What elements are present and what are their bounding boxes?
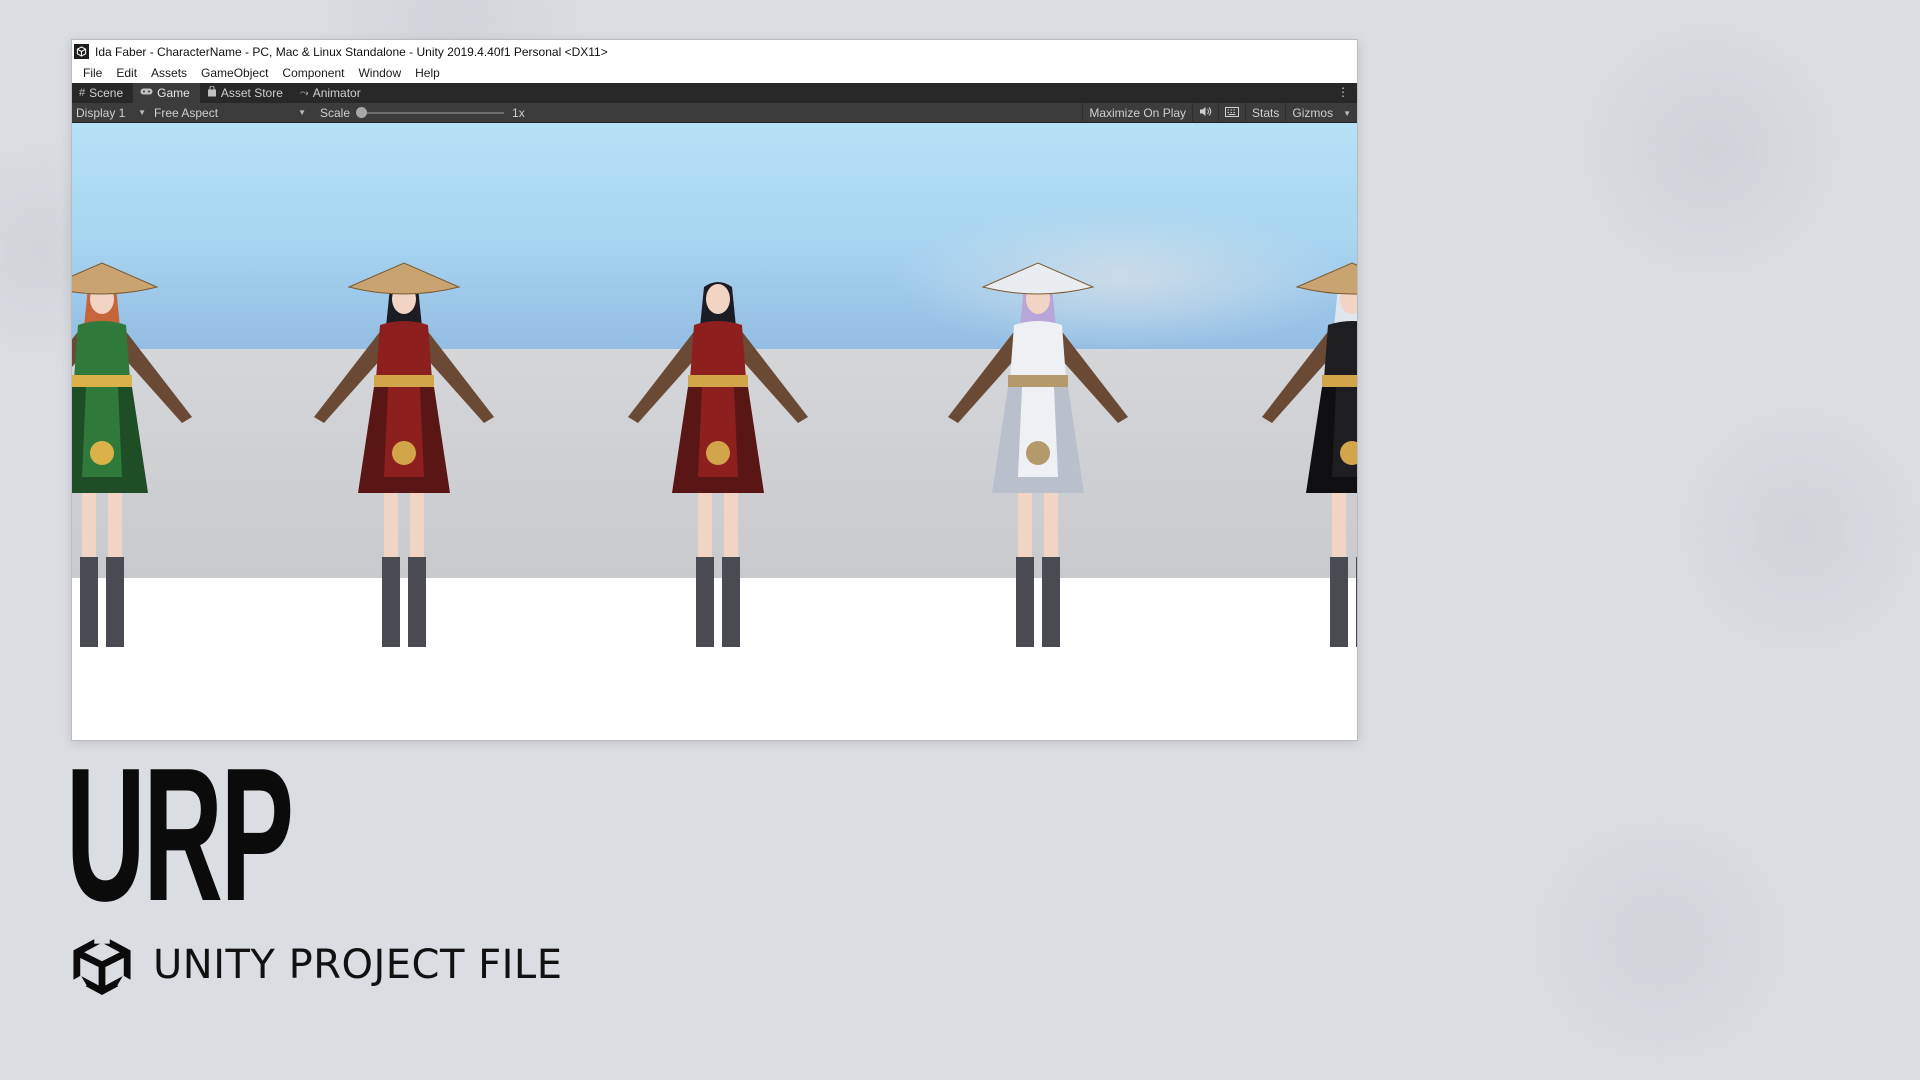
tab-scene[interactable]: # Scene bbox=[72, 83, 133, 103]
menu-assets[interactable]: Assets bbox=[144, 66, 194, 80]
shortcuts-button[interactable] bbox=[1218, 103, 1245, 123]
stats-button[interactable]: Stats bbox=[1245, 103, 1285, 123]
gizmos-button[interactable]: Gizmos ▼ bbox=[1285, 103, 1357, 123]
game-view-viewport[interactable] bbox=[72, 123, 1357, 740]
unity-editor-window: Ida Faber - CharacterName - PC, Mac & Li… bbox=[71, 39, 1358, 741]
background-decoration bbox=[1680, 380, 1920, 680]
grid-icon: # bbox=[79, 87, 86, 99]
menu-file[interactable]: File bbox=[76, 66, 109, 80]
character-model bbox=[628, 282, 808, 647]
menu-window[interactable]: Window bbox=[351, 66, 408, 80]
caret-down-icon: ▼ bbox=[298, 108, 306, 117]
tab-game[interactable]: Game bbox=[133, 83, 200, 103]
bag-icon bbox=[207, 85, 217, 100]
scale-slider-handle[interactable] bbox=[356, 106, 368, 118]
menu-bar: File Edit Assets GameObject Component Wi… bbox=[72, 63, 1357, 83]
window-title: Ida Faber - CharacterName - PC, Mac & Li… bbox=[95, 44, 608, 59]
tab-scene-label: Scene bbox=[89, 86, 124, 100]
game-toolbar: Display 1 ▼ Free Aspect ▼ Scale 1x Maxim… bbox=[72, 103, 1357, 123]
scale-value: 1x bbox=[512, 105, 525, 120]
caret-down-icon: ▼ bbox=[138, 108, 146, 117]
menu-edit[interactable]: Edit bbox=[109, 66, 144, 80]
animator-icon: ⤳ bbox=[299, 86, 309, 99]
mute-audio-button[interactable] bbox=[1192, 103, 1218, 123]
speaker-icon bbox=[1199, 106, 1212, 120]
aspect-value: Free Aspect bbox=[154, 105, 219, 120]
maximize-on-play-button[interactable]: Maximize On Play bbox=[1082, 103, 1192, 123]
urp-title: URP bbox=[66, 729, 294, 941]
scale-label: Scale bbox=[320, 105, 351, 120]
unity-logo-icon bbox=[71, 935, 133, 995]
aspect-dropdown[interactable]: Free Aspect ▼ bbox=[150, 103, 310, 123]
background-decoration bbox=[1500, 820, 1820, 1060]
scale-control: Scale 1x bbox=[320, 106, 525, 120]
keyboard-icon bbox=[1225, 106, 1240, 120]
menu-help[interactable]: Help bbox=[408, 66, 447, 80]
game-toolbar-right: Maximize On Play Stats Gizmos ▼ bbox=[1082, 103, 1357, 123]
tab-game-label: Game bbox=[157, 86, 190, 100]
display-value: Display 1 bbox=[76, 105, 126, 120]
subtitle-row: UNITY PROJECT FILE bbox=[71, 935, 563, 995]
tab-asset-store-label: Asset Store bbox=[220, 86, 283, 100]
background-decoration bbox=[1560, 20, 1860, 280]
unity-icon bbox=[74, 44, 89, 59]
character-model bbox=[1262, 262, 1357, 647]
display-dropdown[interactable]: Display 1 ▼ bbox=[72, 103, 150, 123]
character-model bbox=[948, 262, 1128, 647]
gizmos-label: Gizmos bbox=[1292, 106, 1334, 120]
character-model bbox=[314, 262, 494, 647]
tab-bar: # Scene Game Asset Store ⤳ Animator ⋮ bbox=[72, 83, 1357, 103]
more-options-icon[interactable]: ⋮ bbox=[1337, 85, 1349, 99]
character-model bbox=[72, 262, 192, 647]
subtitle: UNITY PROJECT FILE bbox=[153, 942, 563, 988]
caret-down-icon: ▼ bbox=[1343, 108, 1351, 118]
tab-animator-label: Animator bbox=[312, 86, 361, 100]
menu-gameobject[interactable]: GameObject bbox=[194, 66, 275, 80]
tab-animator[interactable]: ⤳ Animator bbox=[293, 83, 371, 103]
title-bar: Ida Faber - CharacterName - PC, Mac & Li… bbox=[72, 40, 1357, 63]
menu-component[interactable]: Component bbox=[275, 66, 351, 80]
gamepad-icon bbox=[140, 87, 153, 99]
tab-asset-store[interactable]: Asset Store bbox=[200, 83, 293, 103]
scale-slider[interactable] bbox=[356, 106, 505, 118]
